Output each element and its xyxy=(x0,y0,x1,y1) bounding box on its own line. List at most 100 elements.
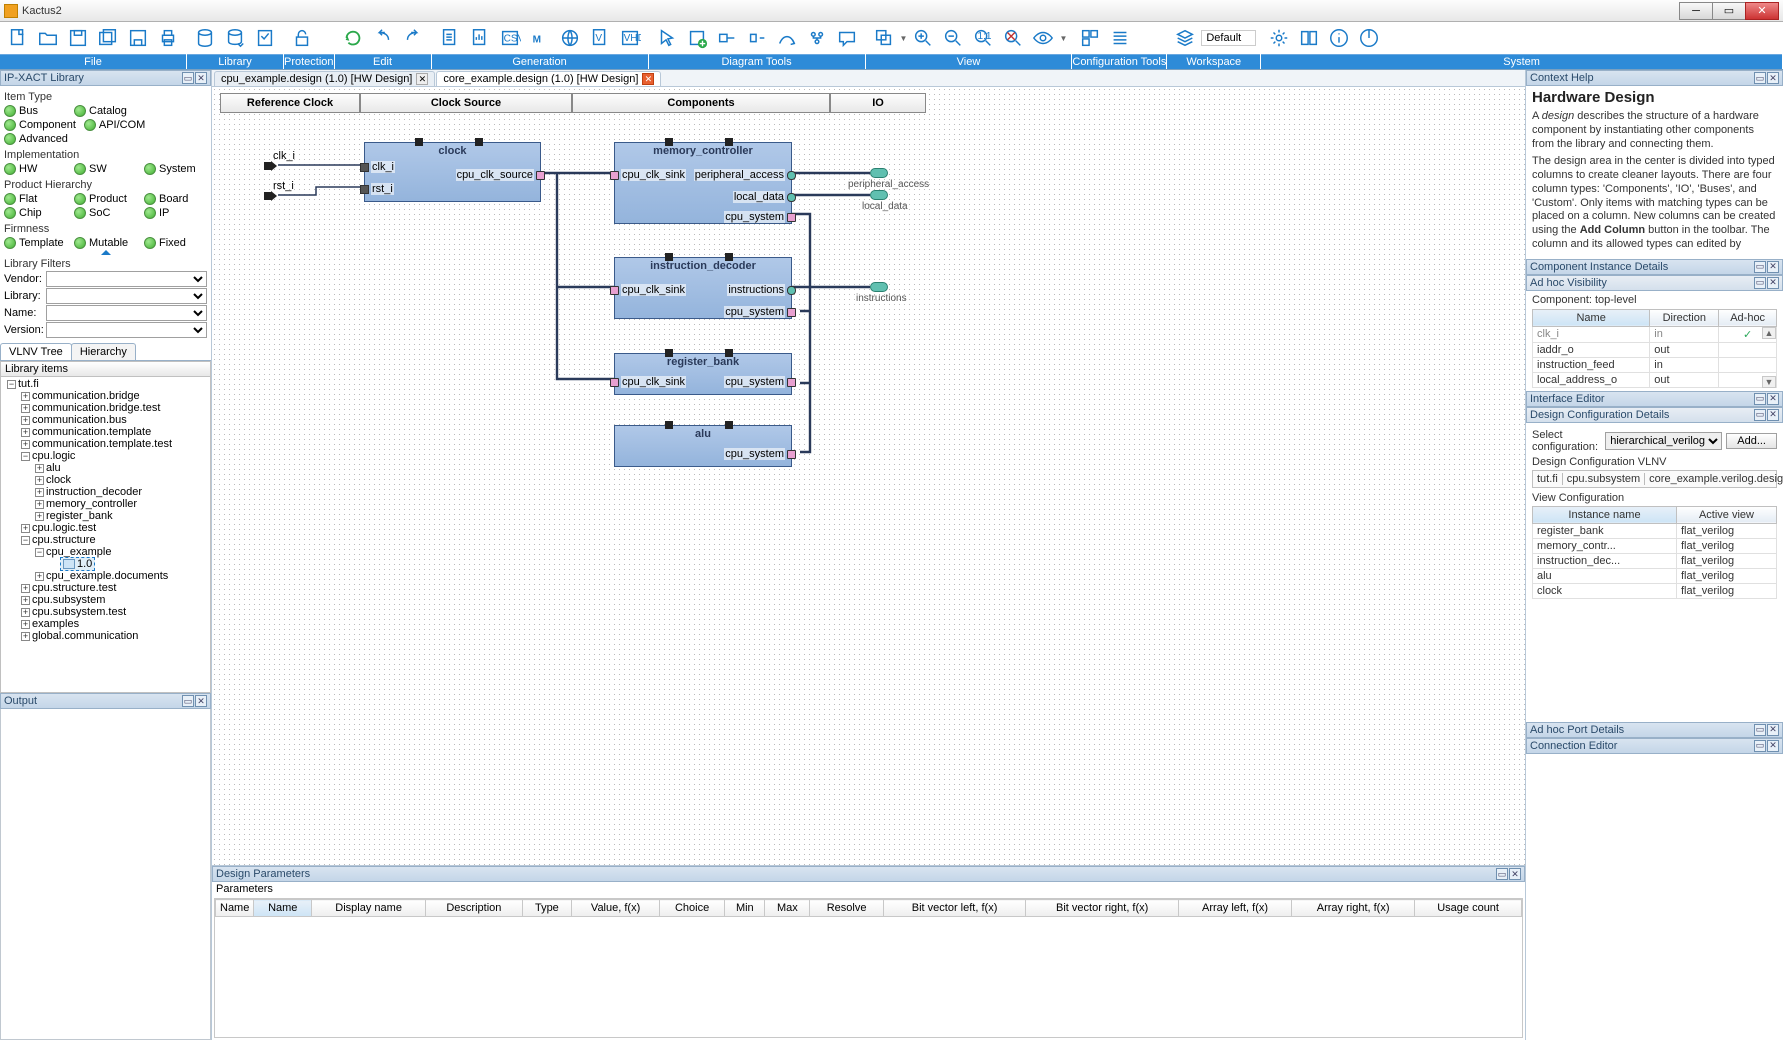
tab-core-example[interactable]: core_example.design (1.0) [HW Design]✕ xyxy=(436,71,661,86)
help-float-button[interactable]: ▭ xyxy=(1754,72,1766,84)
tab-cpu-example[interactable]: cpu_example.design (1.0) [HW Design]✕ xyxy=(214,71,435,86)
filter-system[interactable]: System xyxy=(144,163,206,175)
tab-hierarchy[interactable]: Hierarchy xyxy=(71,343,136,360)
io-local-data[interactable] xyxy=(870,190,888,200)
params-close-button[interactable]: ✕ xyxy=(1509,868,1521,880)
note-tool[interactable] xyxy=(833,24,861,52)
save-button[interactable] xyxy=(64,24,92,52)
col-reference-clock[interactable]: Reference Clock xyxy=(220,93,360,113)
filter-fixed[interactable]: Fixed xyxy=(144,237,206,249)
library-check-button[interactable] xyxy=(251,24,279,52)
interface-tool[interactable] xyxy=(713,24,741,52)
offpage-tool[interactable] xyxy=(803,24,831,52)
block-memory-controller[interactable]: memory_controller cpu_clk_sink periphera… xyxy=(614,142,792,224)
manual-button[interactable] xyxy=(1295,24,1323,52)
io-instructions[interactable] xyxy=(870,282,888,292)
zoom-11-button[interactable]: 1:1 xyxy=(969,24,997,52)
save-as-button[interactable] xyxy=(124,24,152,52)
library-refresh-button[interactable] xyxy=(221,24,249,52)
new-button[interactable] xyxy=(4,24,32,52)
input-pin-rst[interactable]: rst_i xyxy=(264,190,300,202)
design-canvas[interactable]: Reference Clock Clock Source Components … xyxy=(212,87,1525,865)
name-select[interactable] xyxy=(46,305,207,321)
block-alu[interactable]: alu cpu_system xyxy=(614,425,792,467)
filter-advanced[interactable]: Advanced xyxy=(4,133,68,145)
zoom-fit-button[interactable] xyxy=(999,24,1027,52)
filter-apicom[interactable]: API/COM xyxy=(84,119,146,131)
output-close-button[interactable]: ✕ xyxy=(195,695,207,707)
block-clock[interactable]: clock clk_i rst_i cpu_clk_source xyxy=(364,142,541,202)
redo-button[interactable] xyxy=(399,24,427,52)
minimize-button[interactable]: ─ xyxy=(1679,2,1713,20)
about-button[interactable] xyxy=(1325,24,1353,52)
layers-button[interactable] xyxy=(870,24,898,52)
gen-net-button[interactable] xyxy=(556,24,584,52)
library-open-button[interactable] xyxy=(191,24,219,52)
params-float-button[interactable]: ▭ xyxy=(1496,868,1508,880)
scroll-down-icon[interactable]: ▼ xyxy=(1762,376,1776,388)
input-pin-clk[interactable]: clk_i xyxy=(264,160,301,172)
filter-chip[interactable]: Chip xyxy=(4,207,66,219)
tree-selected-version[interactable]: 1.0 xyxy=(60,557,95,571)
workspace-dropdown[interactable]: Default xyxy=(1201,30,1256,46)
adhoc-table[interactable]: NameDirectionAd-hoc clk_iin✓ iaddr_oout … xyxy=(1532,309,1777,388)
col-io[interactable]: IO xyxy=(830,93,926,113)
open-button[interactable] xyxy=(34,24,62,52)
output-float-button[interactable]: ▭ xyxy=(182,695,194,707)
gen-mem-button[interactable]: M xyxy=(526,24,554,52)
filter-hw[interactable]: HW xyxy=(4,163,66,175)
dock-float-button[interactable]: ▭ xyxy=(182,72,194,84)
maximize-button[interactable]: ▭ xyxy=(1712,2,1746,20)
gen-report-button[interactable] xyxy=(466,24,494,52)
refresh-button[interactable] xyxy=(339,24,367,52)
zoom-out-button[interactable] xyxy=(939,24,967,52)
close-button[interactable]: ✕ xyxy=(1745,2,1779,20)
filter-flat[interactable]: Flat xyxy=(4,193,66,205)
tab-vlnv-tree[interactable]: VLNV Tree xyxy=(0,343,72,360)
visibility-button[interactable] xyxy=(1029,24,1057,52)
filter-board[interactable]: Board xyxy=(144,193,206,205)
collapse-filters-button[interactable] xyxy=(101,250,111,255)
library-tree[interactable]: Library items −tut.fi +communication.bri… xyxy=(0,361,211,693)
block-register-bank[interactable]: register_bank cpu_clk_sink cpu_system xyxy=(614,353,792,395)
help-close-button[interactable]: ✕ xyxy=(1767,72,1779,84)
design-params-table[interactable]: Name Name Display name Description Type … xyxy=(214,898,1523,1038)
gen-doc-button[interactable] xyxy=(436,24,464,52)
config-tool-1[interactable] xyxy=(1076,24,1104,52)
undo-button[interactable] xyxy=(369,24,397,52)
library-select[interactable] xyxy=(46,288,207,304)
select-tool[interactable] xyxy=(653,24,681,52)
config-tool-2[interactable] xyxy=(1106,24,1134,52)
add-config-button[interactable]: Add... xyxy=(1726,433,1777,449)
save-all-button[interactable] xyxy=(94,24,122,52)
filter-component[interactable]: Component xyxy=(4,119,76,131)
filter-bus[interactable]: Bus xyxy=(4,105,66,117)
col-components[interactable]: Components xyxy=(572,93,830,113)
scroll-up-icon[interactable]: ▲ xyxy=(1762,327,1776,339)
lock-button[interactable] xyxy=(288,24,316,52)
print-button[interactable] xyxy=(154,24,182,52)
dock-close-button[interactable]: ✕ xyxy=(195,72,207,84)
config-select[interactable]: hierarchical_verilog xyxy=(1605,432,1722,450)
adhoc-tool[interactable] xyxy=(743,24,771,52)
block-instruction-decoder[interactable]: instruction_decoder cpu_clk_sink instruc… xyxy=(614,257,792,319)
close-tab-icon[interactable]: ✕ xyxy=(642,73,654,85)
filter-soc[interactable]: SoC xyxy=(74,207,136,219)
workspace-icon[interactable] xyxy=(1171,24,1199,52)
filter-sw[interactable]: SW xyxy=(74,163,136,175)
filter-mutable[interactable]: Mutable xyxy=(74,237,136,249)
vendor-select[interactable] xyxy=(46,271,207,287)
close-tab-icon[interactable]: ✕ xyxy=(416,73,428,85)
gen-vhdl-button[interactable]: VHD xyxy=(616,24,644,52)
filter-template[interactable]: Template xyxy=(4,237,66,249)
settings-button[interactable] xyxy=(1265,24,1293,52)
version-select[interactable] xyxy=(46,322,207,338)
col-clock-source[interactable]: Clock Source xyxy=(360,93,572,113)
filter-catalog[interactable]: Catalog xyxy=(74,105,136,117)
zoom-in-button[interactable] xyxy=(909,24,937,52)
view-config-table[interactable]: Instance nameActive view register_bankfl… xyxy=(1532,506,1777,599)
connection-tool[interactable] xyxy=(773,24,801,52)
gen-verilog-button[interactable]: V xyxy=(586,24,614,52)
gen-csv-button[interactable]: CSV xyxy=(496,24,524,52)
exit-button[interactable] xyxy=(1355,24,1383,52)
